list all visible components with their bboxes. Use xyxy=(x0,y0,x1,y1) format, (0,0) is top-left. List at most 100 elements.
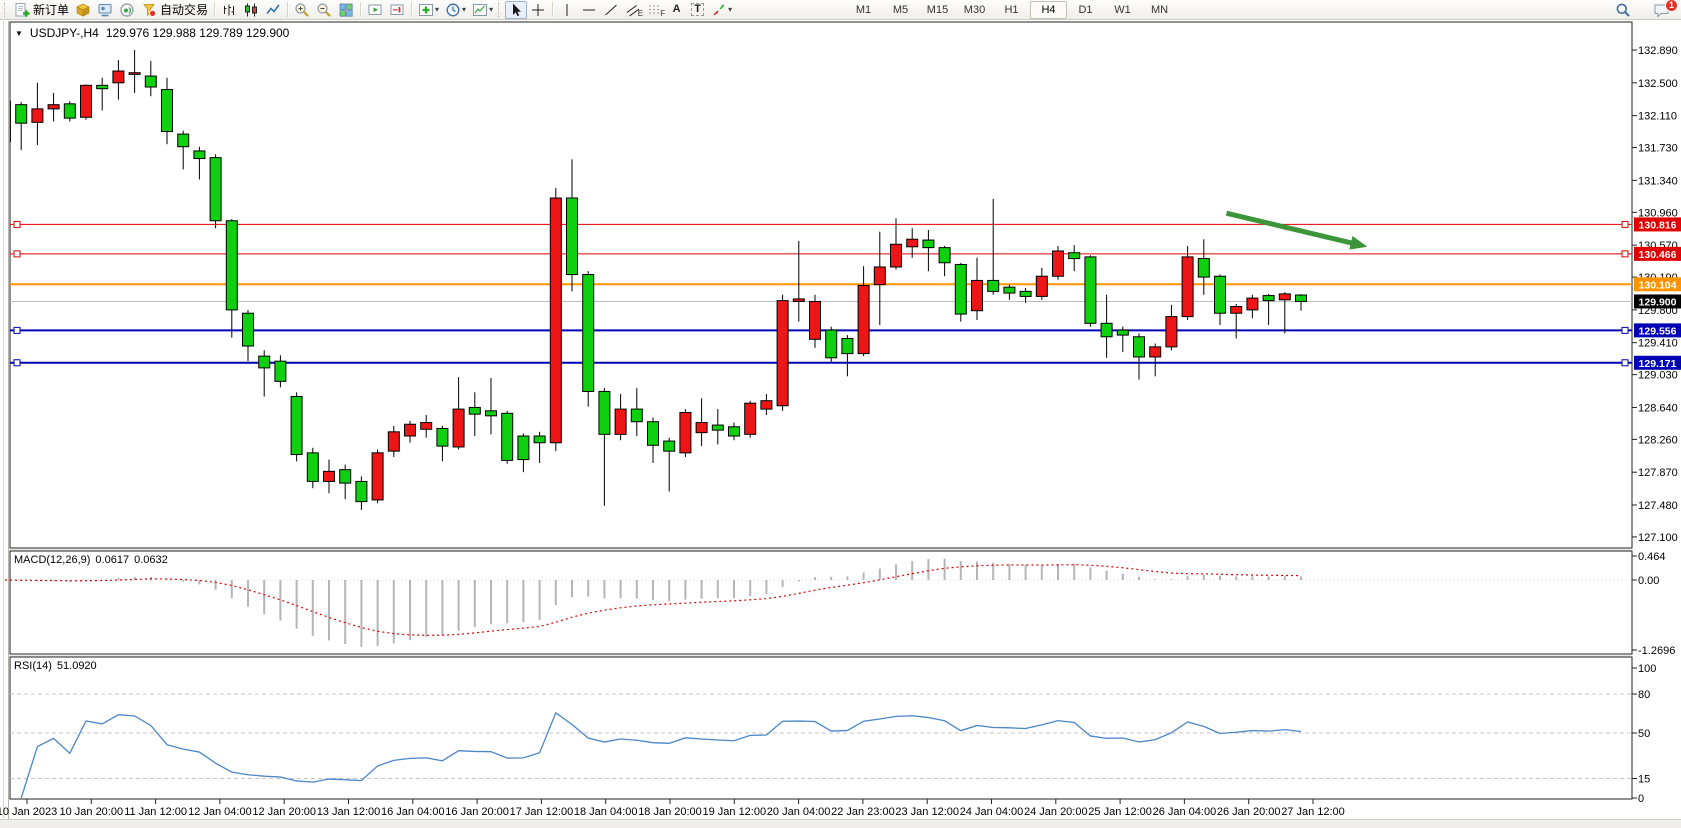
svg-text:26 Jan 20:00: 26 Jan 20:00 xyxy=(1217,806,1281,818)
line-handle[interactable] xyxy=(14,360,20,366)
line-handle[interactable] xyxy=(1622,251,1628,257)
line-handle[interactable] xyxy=(1622,221,1628,227)
arrows-dropdown-caret[interactable]: ▾ xyxy=(728,5,732,14)
periods-button[interactable]: ▾ xyxy=(442,1,469,19)
svg-text:132.890: 132.890 xyxy=(1638,45,1678,57)
toolbar-grip[interactable] xyxy=(498,3,501,17)
candle xyxy=(793,299,804,302)
line-chart-button[interactable] xyxy=(262,1,284,19)
svg-text:0.464: 0.464 xyxy=(1638,551,1666,563)
candle xyxy=(291,396,302,454)
candle xyxy=(210,158,221,221)
candle xyxy=(615,409,626,434)
timeframe-m5[interactable]: M5 xyxy=(882,1,919,19)
collapse-triangle-icon[interactable]: ▼ xyxy=(15,29,23,38)
notifications-button[interactable]: 1 xyxy=(1650,1,1673,19)
macd-name: MACD(12,26,9) xyxy=(14,554,90,566)
timeframe-m30[interactable]: M30 xyxy=(956,1,993,19)
chart-title-row: ▼ USDJPY-,H4 129.976 129.988 129.789 129… xyxy=(15,26,289,40)
template-icon xyxy=(472,2,488,18)
text-button[interactable]: A xyxy=(666,1,687,19)
market-watch-button[interactable] xyxy=(72,1,94,19)
candle xyxy=(907,239,918,247)
price-line-label: 129.900 xyxy=(1634,294,1681,308)
candle xyxy=(518,436,529,460)
candle xyxy=(405,424,416,436)
templates-button[interactable]: ▾ xyxy=(469,1,496,19)
svg-text:24 Jan 04:00: 24 Jan 04:00 xyxy=(960,806,1024,818)
svg-text:15: 15 xyxy=(1638,774,1650,786)
auto-scroll-button[interactable] xyxy=(364,1,386,19)
search-button[interactable] xyxy=(1612,1,1634,19)
zoom-in-button[interactable] xyxy=(291,1,313,19)
svg-text:131.730: 131.730 xyxy=(1638,143,1678,155)
svg-text:100: 100 xyxy=(1638,663,1656,675)
svg-text:13 Jan 12:00: 13 Jan 12:00 xyxy=(317,806,381,818)
chart-canvas[interactable]: 132.890132.500132.110131.730131.340130.9… xyxy=(0,0,1681,828)
candle xyxy=(631,409,642,422)
candle xyxy=(842,338,853,353)
vertical-line-button[interactable] xyxy=(556,1,578,19)
svg-text:129.030: 129.030 xyxy=(1638,370,1678,382)
candle xyxy=(356,481,367,501)
candle xyxy=(745,403,756,434)
candle xyxy=(324,471,335,481)
fibonacci-button[interactable]: F xyxy=(644,1,666,19)
tile-windows-button[interactable] xyxy=(335,1,357,19)
bar-chart-button[interactable] xyxy=(218,1,240,19)
line-handle[interactable] xyxy=(14,327,20,333)
timeframe-m15[interactable]: M15 xyxy=(919,1,956,19)
text-icon: A xyxy=(673,4,681,15)
candle xyxy=(858,285,869,353)
macd-value-main: 0.0617 xyxy=(95,554,129,566)
timeframe-d1[interactable]: D1 xyxy=(1067,1,1104,19)
line-handle[interactable] xyxy=(1622,360,1628,366)
panel-frames xyxy=(10,22,1632,799)
signals-button[interactable] xyxy=(116,1,138,19)
candle xyxy=(923,240,934,248)
chart-shift-button[interactable] xyxy=(386,1,408,19)
toolbar-grip[interactable] xyxy=(4,3,7,17)
candle xyxy=(502,413,513,460)
line-handle[interactable] xyxy=(1622,327,1628,333)
svg-text:129.900: 129.900 xyxy=(1639,296,1677,308)
templates-dropdown-caret[interactable]: ▾ xyxy=(489,5,493,14)
autotrading-button[interactable]: 自动交易 xyxy=(138,1,211,19)
indicators-button[interactable]: ▾ xyxy=(415,1,442,19)
line-handle[interactable] xyxy=(14,251,20,257)
svg-text:22 Jan 23:00: 22 Jan 23:00 xyxy=(831,806,895,818)
timeframe-w1[interactable]: W1 xyxy=(1104,1,1141,19)
timeframe-m1[interactable]: M1 xyxy=(845,1,882,19)
signal-icon xyxy=(119,2,135,18)
candle xyxy=(810,301,821,339)
candlestick-chart-button[interactable] xyxy=(240,1,262,19)
candle xyxy=(162,90,173,132)
cursor-button[interactable] xyxy=(505,1,527,19)
line-handle[interactable] xyxy=(14,221,20,227)
periods-dropdown-caret[interactable]: ▾ xyxy=(462,5,466,14)
svg-text:10 Jan 20:00: 10 Jan 20:00 xyxy=(59,806,123,818)
trendline-button[interactable] xyxy=(600,1,622,19)
candle xyxy=(680,412,691,452)
svg-text:16 Jan 20:00: 16 Jan 20:00 xyxy=(445,806,509,818)
arrows-button[interactable]: ▾ xyxy=(708,1,735,19)
equidistant-channel-button[interactable]: E xyxy=(622,1,644,19)
candle xyxy=(939,248,950,263)
zoom-out-button[interactable] xyxy=(313,1,335,19)
timeframe-h4[interactable]: H4 xyxy=(1030,1,1067,19)
text-label-button[interactable]: T xyxy=(687,1,708,19)
candle xyxy=(729,427,740,436)
horizontal-line-button[interactable] xyxy=(578,1,600,19)
crosshair-button[interactable] xyxy=(527,1,549,19)
price-line-label: 130.466 xyxy=(1634,247,1681,261)
new-order-button[interactable]: 新订单 xyxy=(11,1,72,19)
timeframe-mn[interactable]: MN xyxy=(1141,1,1178,19)
indicators-dropdown-caret[interactable]: ▾ xyxy=(435,5,439,14)
svg-text:23 Jan 12:00: 23 Jan 12:00 xyxy=(895,806,959,818)
svg-text:128.640: 128.640 xyxy=(1638,402,1678,414)
timeframe-h1[interactable]: H1 xyxy=(993,1,1030,19)
candle xyxy=(891,244,902,267)
data-window-button[interactable] xyxy=(94,1,116,19)
candle xyxy=(1231,307,1242,314)
svg-text:11 Jan 12:00: 11 Jan 12:00 xyxy=(124,806,187,818)
